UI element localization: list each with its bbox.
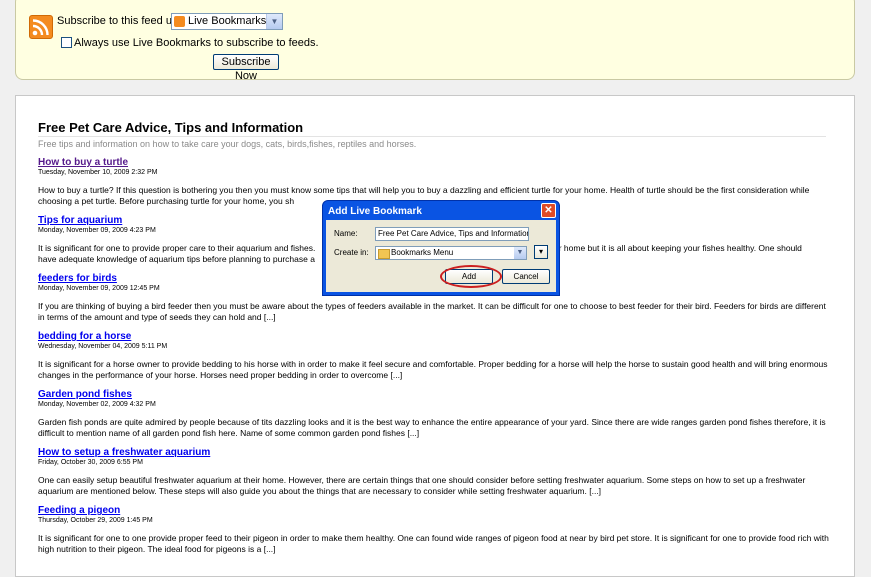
- entry-summary: Garden fish ponds are quite admired by p…: [38, 417, 826, 438]
- create-in-label: Create in:: [334, 248, 369, 257]
- folder-icon: [378, 249, 390, 259]
- entry-date: Friday, October 30, 2009 6:55 PM: [38, 459, 143, 466]
- subscribe-panel: Subscribe to this feed using Live Bookma…: [15, 0, 855, 82]
- chevron-down-icon[interactable]: ▼: [514, 247, 526, 259]
- entry-title-link[interactable]: How to setup a freshwater aquarium: [38, 447, 210, 458]
- dialog-body: Name: Free Pet Care Advice, Tips and Inf…: [326, 220, 556, 292]
- cancel-button[interactable]: Cancel: [502, 269, 550, 284]
- close-icon[interactable]: ✕: [541, 203, 556, 218]
- dialog-title: Add Live Bookmark: [328, 206, 422, 217]
- entry-title-link[interactable]: Tips for aquarium: [38, 215, 122, 226]
- create-in-select[interactable]: Bookmarks Menu ▼: [375, 246, 527, 260]
- name-label: Name:: [334, 229, 358, 238]
- bookmark-name-input[interactable]: Free Pet Care Advice, Tips and Informati…: [375, 227, 529, 241]
- create-in-selected: Bookmarks Menu: [391, 248, 454, 257]
- chevron-down-icon[interactable]: ▼: [266, 14, 282, 29]
- subscribe-now-button[interactable]: Subscribe Now: [213, 54, 279, 82]
- expand-folders-button[interactable]: ▾: [534, 245, 548, 259]
- always-use-label[interactable]: Always use Live Bookmarks to subscribe t…: [74, 37, 319, 49]
- entry-title-link[interactable]: bedding for a horse: [38, 331, 131, 342]
- entry-title-link[interactable]: Feeding a pigeon: [38, 505, 120, 516]
- entry-summary: It is significant for a horse owner to p…: [38, 359, 828, 380]
- feed-reader-selected: Live Bookmarks: [188, 15, 267, 27]
- feed-subtitle: Free tips and information on how to take…: [38, 139, 417, 149]
- entry-date: Wednesday, November 04, 2009 5:11 PM: [38, 343, 168, 350]
- always-use-checkbox[interactable]: [61, 37, 72, 48]
- entry-title-link[interactable]: Garden pond fishes: [38, 389, 132, 400]
- feed-content-panel: Free Pet Care Advice, Tips and Informati…: [15, 95, 855, 577]
- entry-date: Monday, November 02, 2009 4:32 PM: [38, 401, 156, 408]
- entry-summary: If you are thinking of buying a bird fee…: [38, 301, 826, 322]
- entry-summary-part: ur home but it is all about keeping your…: [554, 243, 802, 253]
- entry-title-link[interactable]: feeders for birds: [38, 273, 117, 284]
- entry-summary-part: have adequate knowledge of aquarium tips…: [38, 254, 315, 264]
- title-divider: [38, 136, 826, 137]
- entry-date: Thursday, October 29, 2009 1:45 PM: [38, 517, 153, 524]
- feed-title: Free Pet Care Advice, Tips and Informati…: [38, 120, 304, 135]
- entry-date: Monday, November 09, 2009 12:45 PM: [38, 285, 160, 292]
- rss-feed-icon: [29, 15, 53, 39]
- entry-date: Monday, November 09, 2009 4:23 PM: [38, 227, 156, 234]
- entry-summary: One can easily setup beautiful freshwate…: [38, 475, 806, 496]
- highlight-oval-annotation: [440, 265, 502, 288]
- entry-date: Tuesday, November 10, 2009 2:32 PM: [38, 169, 158, 176]
- entry-summary-part: It is significant for one to provide pro…: [38, 243, 316, 253]
- live-bookmarks-icon: [174, 16, 185, 27]
- add-live-bookmark-dialog: Add Live Bookmark ✕ Name: Free Pet Care …: [322, 200, 560, 296]
- entry-title-link[interactable]: How to buy a turtle: [38, 157, 128, 168]
- feed-reader-select[interactable]: Live Bookmarks ▼: [171, 13, 283, 30]
